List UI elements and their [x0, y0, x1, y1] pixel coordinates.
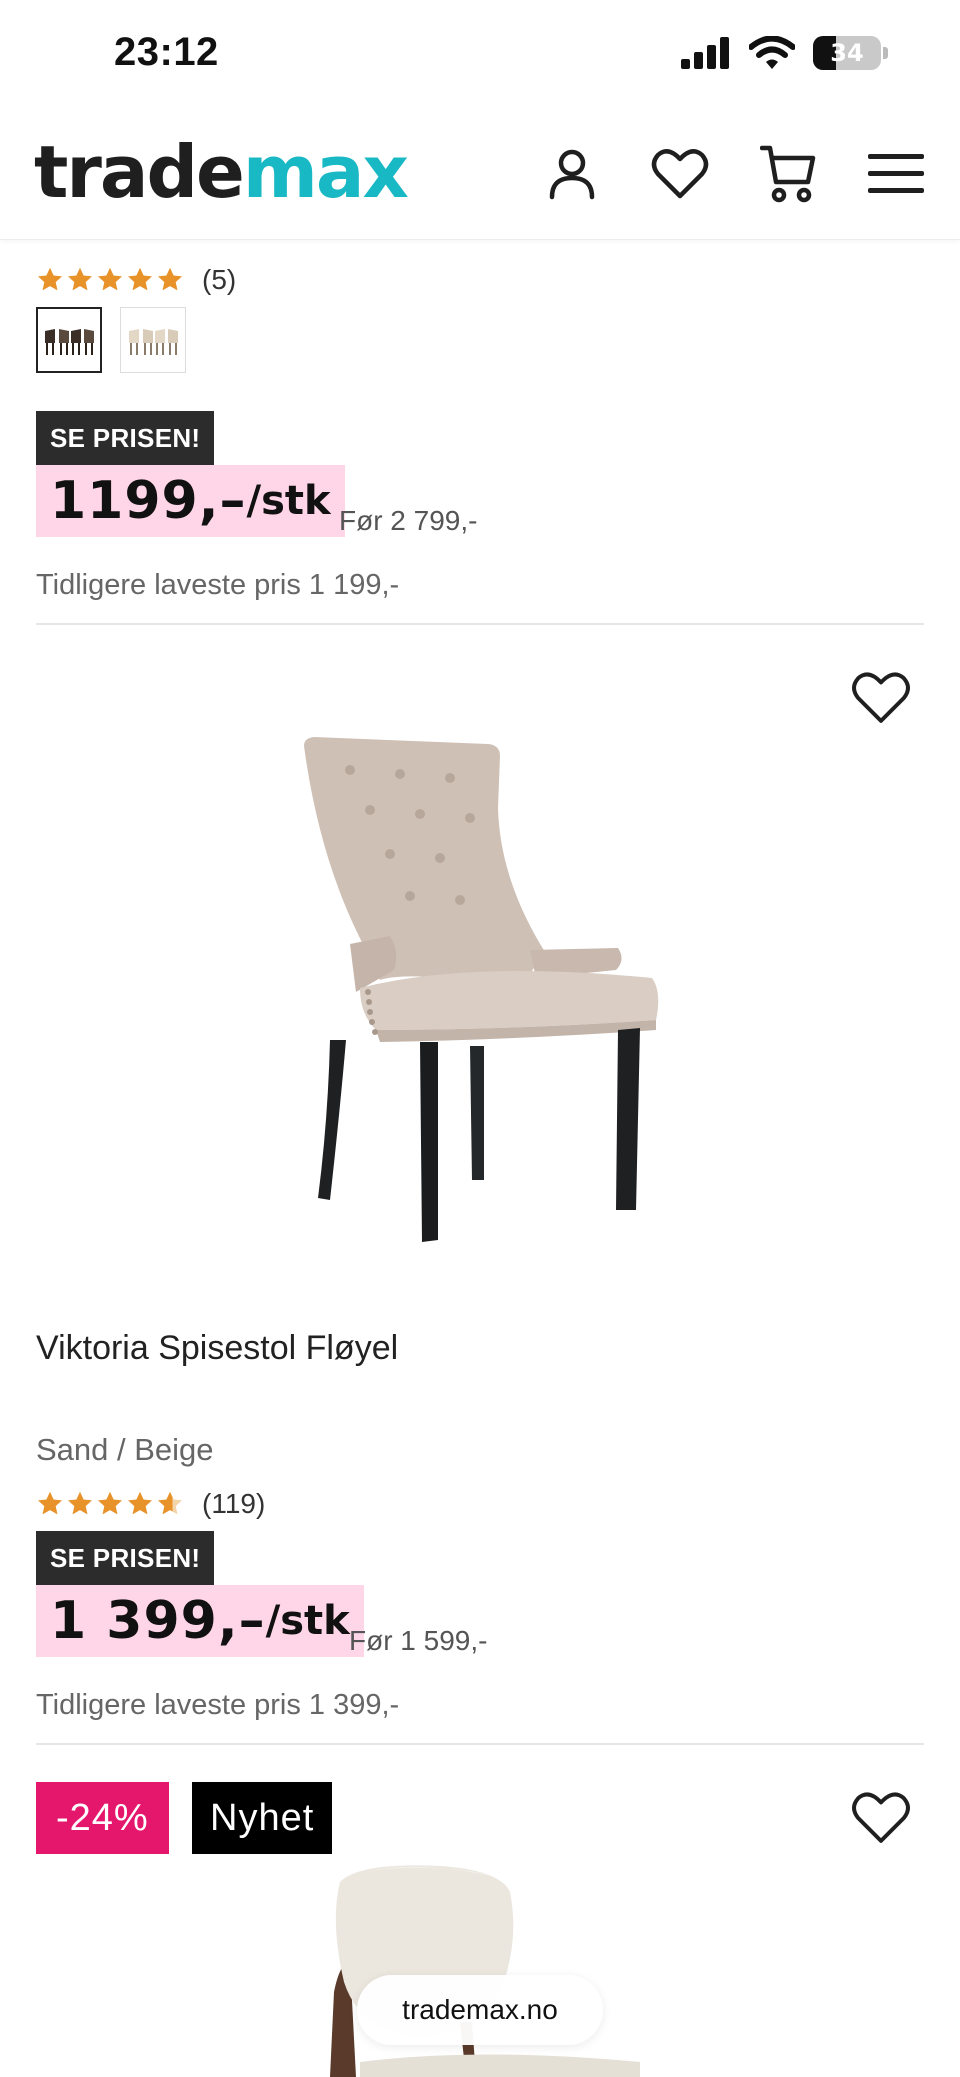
chair-thumbnail-icon: [129, 329, 178, 355]
product-rating: (119): [36, 1488, 265, 1520]
divider: [36, 623, 924, 625]
heart-icon: [852, 672, 910, 723]
rating-count: (5): [202, 264, 237, 295]
product-color: Sand / Beige: [36, 1432, 214, 1467]
site-header: trademax: [0, 110, 960, 240]
add-to-wishlist-button[interactable]: [848, 668, 914, 728]
wifi-icon: [749, 36, 795, 69]
star-icon: [67, 267, 93, 291]
logo-part-max: max: [242, 130, 409, 214]
star-icon: [37, 267, 63, 291]
cart-button[interactable]: [758, 144, 818, 204]
battery-level: 34: [830, 39, 864, 67]
menu-button[interactable]: [866, 144, 926, 204]
star-rating: [36, 266, 184, 294]
battery-cap-icon: [883, 47, 888, 59]
price-unit: /stk: [265, 1598, 350, 1644]
color-swatches: [36, 307, 186, 373]
battery-icon: 34: [813, 36, 881, 70]
previous-lowest-price: Tidligere laveste pris 1 399,-: [36, 1689, 400, 1721]
star-icon: [127, 267, 153, 291]
star-icon: [37, 1491, 63, 1515]
heart-icon: [852, 1792, 910, 1843]
chair-thumbnail-icon: [45, 329, 94, 355]
see-price-badge: SE PRISEN!: [36, 1531, 215, 1585]
price-unit: /stk: [246, 478, 331, 524]
rating-count: (119): [202, 1488, 266, 1519]
price-before: Før 2 799,-: [339, 505, 478, 536]
discount-badge: -24%: [36, 1782, 169, 1854]
product-image-velvet-chair[interactable]: [290, 730, 670, 1250]
new-badge: Nyhet: [192, 1782, 333, 1854]
star-half-icon: [157, 1491, 183, 1515]
hamburger-menu-icon: [868, 154, 924, 193]
price-box: 1 399,–/stk: [36, 1585, 364, 1657]
status-icons: 34: [681, 36, 888, 70]
header-actions: [542, 144, 926, 204]
swatch-dark-chairs[interactable]: [36, 307, 102, 373]
previous-lowest-price: Tidligere laveste pris 1 199,-: [36, 569, 400, 601]
cart-icon: [760, 145, 816, 203]
product-rating: (5): [36, 264, 236, 296]
swatch-beige-chairs[interactable]: [120, 307, 186, 373]
divider: [36, 1743, 924, 1745]
star-icon: [67, 1491, 93, 1515]
star-icon: [127, 1491, 153, 1515]
account-button[interactable]: [542, 144, 602, 204]
price: 1 399,–: [50, 1591, 266, 1651]
price-box: 1199,–/stk: [36, 465, 345, 537]
star-icon: [97, 267, 123, 291]
browser-url-pill[interactable]: trademax.no: [357, 1975, 603, 2045]
cellular-signal-icon: [681, 37, 729, 69]
trademax-logo[interactable]: trademax: [34, 136, 409, 208]
logo-part-trade: trade: [34, 130, 245, 214]
star-rating: [36, 1490, 184, 1518]
add-to-wishlist-button[interactable]: [848, 1788, 914, 1848]
status-bar: 23:12 34: [0, 0, 960, 110]
star-icon: [97, 1491, 123, 1515]
price-before: Før 1 599,-: [349, 1625, 488, 1656]
star-icon: [157, 267, 183, 291]
price: 1199,–: [50, 471, 247, 531]
heart-icon: [651, 149, 709, 199]
see-price-badge: SE PRISEN!: [36, 411, 215, 465]
user-icon: [549, 149, 595, 200]
product-title[interactable]: Viktoria Spisestol Fløyel: [36, 1329, 398, 1368]
status-time: 23:12: [114, 30, 219, 74]
wishlist-button[interactable]: [650, 144, 710, 204]
